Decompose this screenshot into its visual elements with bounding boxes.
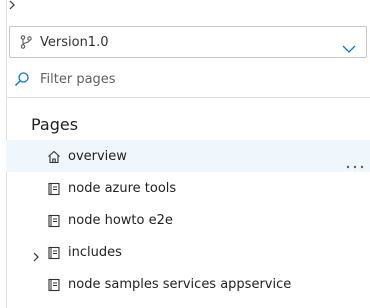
- filter-pages-input[interactable]: Filter pages: [14, 68, 354, 90]
- page-icon: [47, 181, 61, 196]
- chevron-right-icon[interactable]: [32, 247, 40, 262]
- tree-item-label: node howto e2e: [68, 212, 173, 228]
- tree-item-node-samples-services-appservice[interactable]: node samples services appservice: [6, 268, 370, 300]
- chevron-down-icon: [342, 38, 356, 53]
- tree-item-includes[interactable]: includes: [6, 236, 370, 268]
- tree-item-label: overview: [68, 148, 127, 164]
- divider: [6, 97, 370, 98]
- tree-item-overview[interactable]: overview: [6, 140, 370, 172]
- expand-panel-chevron-icon[interactable]: [8, 0, 18, 12]
- page-icon: [47, 245, 61, 260]
- filter-placeholder: Filter pages: [40, 71, 116, 87]
- tree-item-label: node azure tools: [68, 180, 177, 196]
- tree-item-label: includes: [68, 244, 122, 260]
- search-icon: [14, 71, 30, 87]
- tree-item-node-howto-e2e[interactable]: node howto e2e: [6, 204, 370, 236]
- branch-label: Version1.0: [40, 34, 109, 50]
- more-options-icon[interactable]: [346, 154, 364, 169]
- page-icon: [47, 277, 61, 292]
- branch-icon: [18, 34, 34, 50]
- branch-selector[interactable]: Version1.0: [9, 26, 367, 58]
- pages-tree: overview node azure tools node howto e2e: [6, 140, 370, 300]
- pages-heading: Pages: [31, 115, 79, 134]
- tree-item-node-azure-tools[interactable]: node azure tools: [6, 172, 370, 204]
- tree-item-label: node samples services appservice: [68, 276, 292, 292]
- page-icon: [47, 213, 61, 228]
- home-icon: [47, 149, 61, 164]
